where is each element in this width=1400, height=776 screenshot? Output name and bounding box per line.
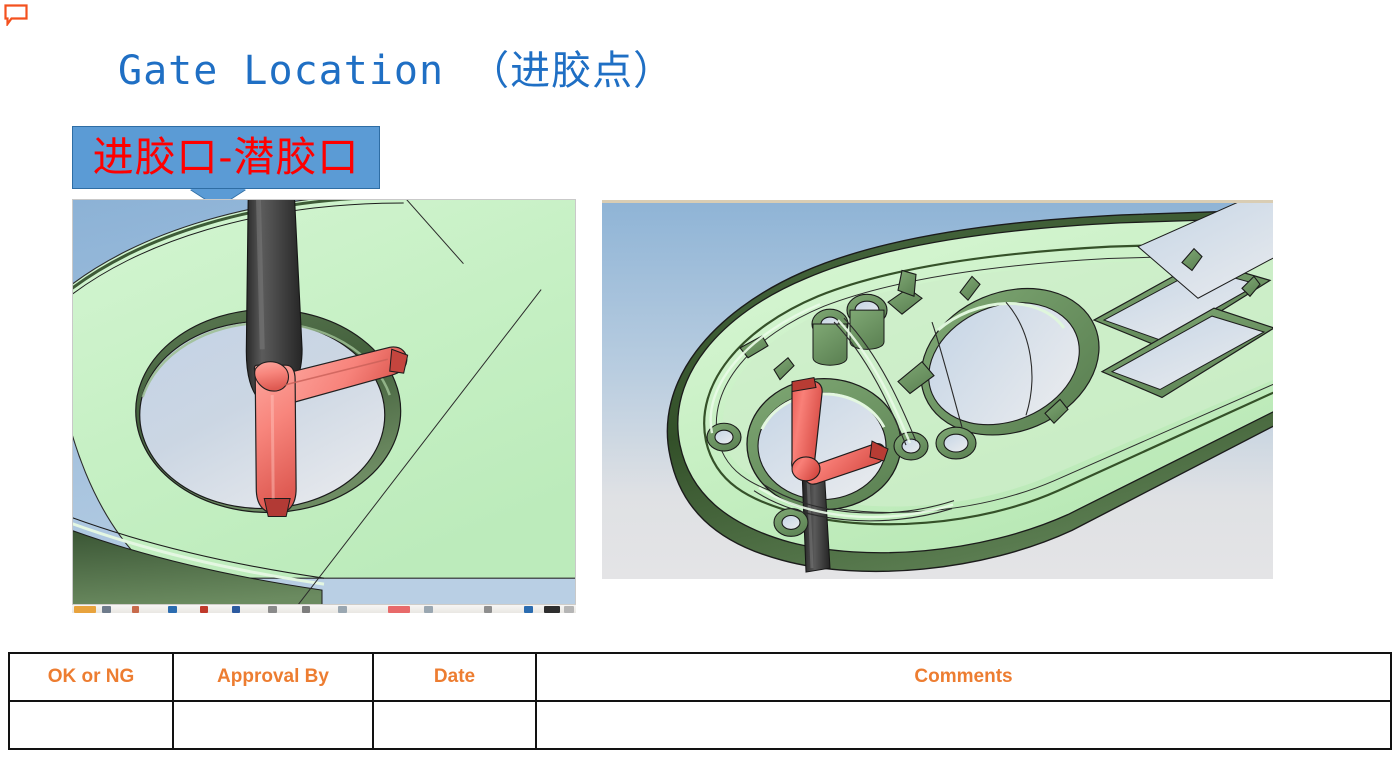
cell-date[interactable] [372,700,537,750]
col-header-ok-or-ng: OK or NG [8,652,174,702]
taskbar-chip [388,606,410,613]
speech-bubble-icon[interactable] [4,4,28,28]
cell-comments[interactable] [535,700,1392,750]
left-capture-taskbar [72,604,576,613]
taskbar-chip [424,606,433,613]
taskbar-chip [564,606,574,613]
page-title: Gate Location （进胶点） [118,48,675,94]
taskbar-chip [268,606,277,613]
col-header-approval-by: Approval By [172,652,374,702]
taskbar-chip [484,606,492,613]
callout-badge[interactable]: 进胶口-潜胶口 [72,126,380,207]
signoff-table: OK or NG Approval By Date Comments [8,652,1392,750]
taskbar-chip [338,606,347,613]
taskbar-chip [544,606,560,613]
cell-ok-or-ng[interactable] [8,700,174,750]
taskbar-chip [132,606,139,613]
gate-overview-image[interactable] [602,200,1273,579]
taskbar-chip [524,606,533,613]
table-row [8,700,1392,750]
col-header-date: Date [372,652,537,702]
cell-approval-by[interactable] [172,700,374,750]
gate-closeup-image[interactable] [72,199,576,611]
taskbar-chip [232,606,240,613]
taskbar-chip [302,606,310,613]
taskbar-chip [74,606,96,613]
table-header-row: OK or NG Approval By Date Comments [8,652,1392,702]
col-header-comments: Comments [535,652,1392,702]
taskbar-chip [168,606,177,613]
callout-label: 进胶口-潜胶口 [92,133,360,181]
taskbar-chip [200,606,208,613]
taskbar-chip [102,606,111,613]
slide-canvas: Gate Location （进胶点） 进胶口-潜胶口 OK or NG App… [0,0,1400,776]
